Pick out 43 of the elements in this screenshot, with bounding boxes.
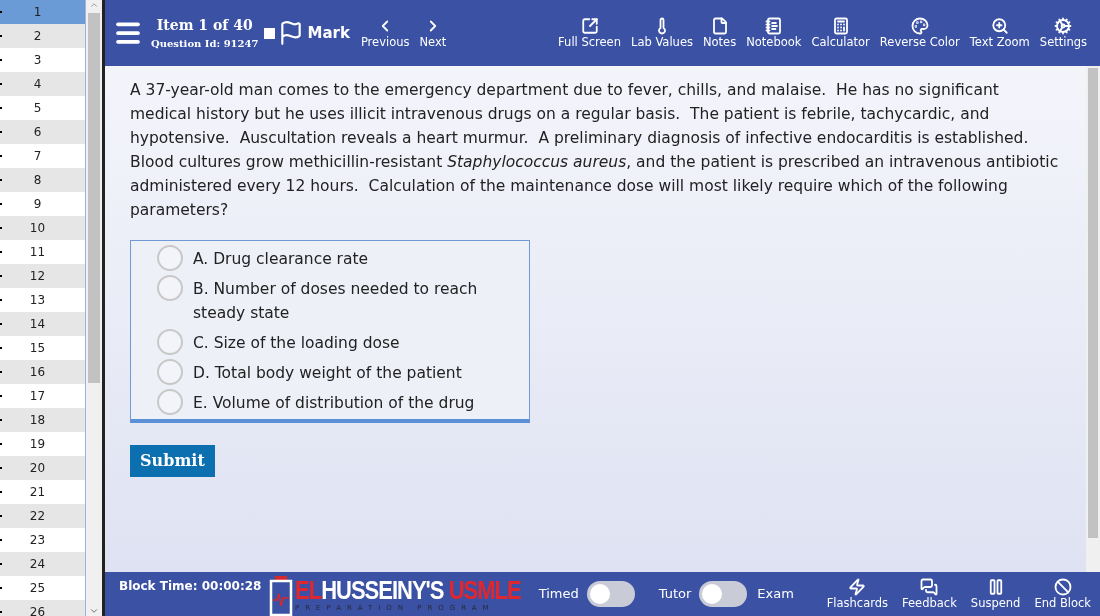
toolbar-button[interactable]: Full Screen [553,16,626,50]
question-number-item[interactable]: 2 [0,24,85,48]
answer-option[interactable]: C. Size of the loading dose [157,327,529,357]
question-number-item[interactable]: 10 [0,216,85,240]
toolbar-button[interactable]: Notebook [741,16,807,50]
answer-option[interactable]: B. Number of doses needed to reach steady state [157,273,529,327]
question-number-item[interactable]: 22 [0,504,85,528]
item-counter: Item 1 of 40 [156,16,253,35]
toolbar-button[interactable]: Text Zoom [964,16,1035,50]
question-number-item[interactable]: 20 [0,456,85,480]
answer-option[interactable]: E. Volume of distribution of the drug [157,387,529,417]
question-number-item[interactable]: 1 [0,0,85,24]
toolbar-button[interactable]: Calculator [806,16,875,50]
toolbar-button[interactable]: Next [414,16,452,50]
submit-button[interactable]: Submit [130,445,215,477]
tutor-label: Tutor [658,585,692,604]
mark-button[interactable]: Mark [264,20,350,46]
toolbar-button[interactable]: Reverse Color [874,16,965,50]
question-number-item[interactable]: 16 [0,360,85,384]
question-number-item[interactable]: 14 [0,312,85,336]
toolbar-button[interactable]: End Block [1029,577,1096,611]
question-number-item[interactable]: 26 [0,600,85,616]
question-number-item[interactable]: 6 [0,120,85,144]
block-time: Block Time: 00:00:28 [119,578,263,595]
answer-option[interactable]: A. Drug clearance rate [157,243,529,273]
question-number-item[interactable]: 8 [0,168,85,192]
question-number-item[interactable]: 18 [0,408,85,432]
question-number-item[interactable]: 24 [0,552,85,576]
toolbar-button[interactable]: Previous [355,16,415,50]
toolbar-button[interactable]: Feedback [897,577,962,611]
answer-option[interactable]: D. Total body weight of the patient [157,357,529,387]
timed-label: Timed [538,585,579,604]
question-number-item[interactable]: 4 [0,72,85,96]
toolbar-button[interactable]: Settings [1034,16,1092,50]
toolbar-button[interactable]: Suspend [965,577,1026,611]
toolbar-button[interactable]: Lab Values [625,16,698,50]
question-id: Question Id: 91247 [151,37,259,51]
toolbar-button[interactable]: Flashcards [821,577,894,611]
question-stem: A 37-year-old man comes to the emergency department due to fever, chills, and malaise. He has no significant medical history but he uses illicit intravenous drugs on a regular basis. The patient is febrile, tachycardic, and hypotensive. Auscultation reveals a heart murmur. A preliminary diagnosis of infective endocarditis is established. Blood cultures grow methicillin-resistant Staphylococcus aureus, and the patient is prescribed an intravenous antibiotic administered every 12 hours. Calculation of the maintenance dose will most likely require which of the following parameters? [130,80,1060,221]
logo-title: ELHUSSEINY'S USMLE [295,578,521,604]
exam-label: Exam [757,585,794,604]
toolbar-button[interactable]: Notes [697,16,742,50]
question-number-item[interactable]: 12 [0,264,85,288]
